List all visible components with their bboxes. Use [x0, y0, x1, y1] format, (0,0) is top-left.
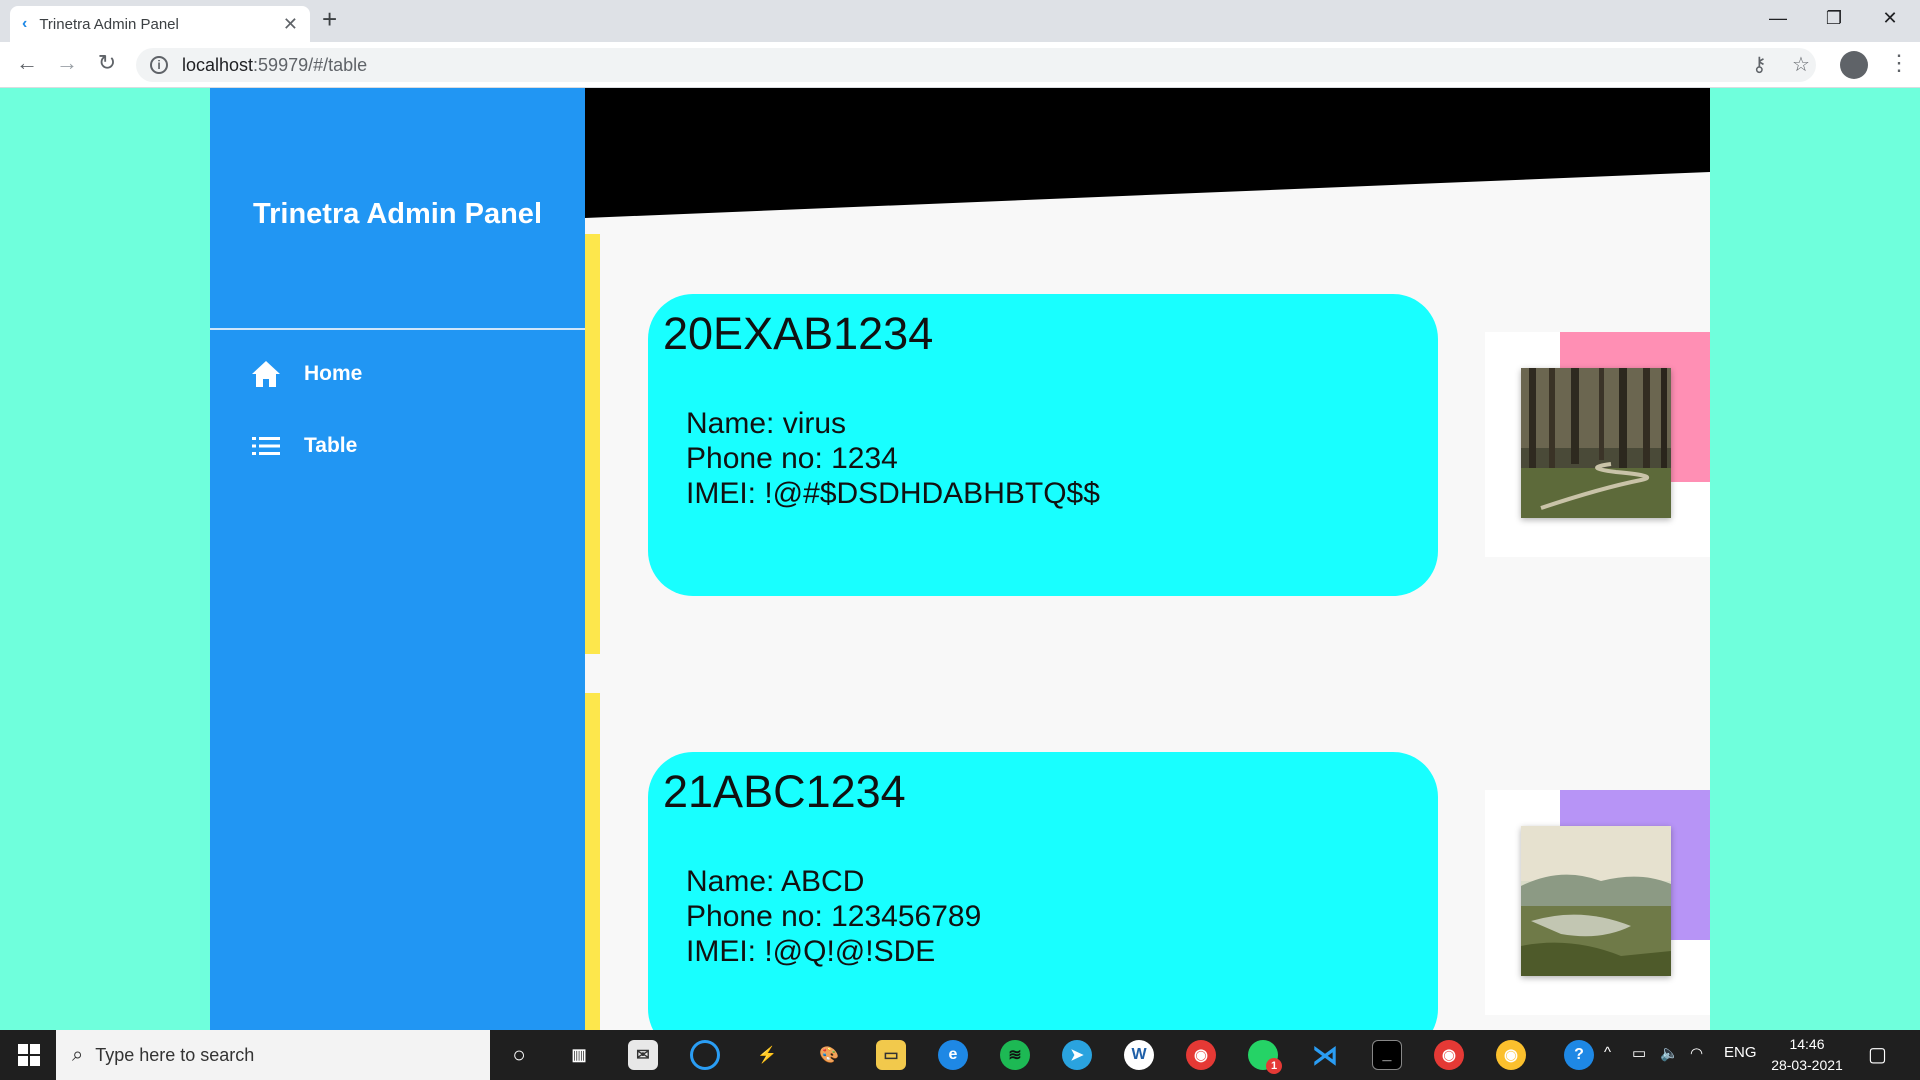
sidebar-brand: Trinetra Admin Panel: [253, 198, 542, 230]
flutter-icon: ‹: [22, 15, 28, 32]
word-icon[interactable]: W: [1124, 1040, 1154, 1070]
chrome-profile-icon[interactable]: ◉: [1434, 1040, 1464, 1070]
lake-image: [1521, 826, 1671, 976]
sidebar-item-home[interactable]: Home: [248, 350, 578, 398]
close-window-button[interactable]: ✕: [1862, 0, 1918, 36]
taskbar: ⌕ Type here to search ○ ▥ ✉ ⚡ 🎨 ▭ e ≋ ➤ …: [0, 1030, 1920, 1080]
record-imei: IMEI: !@Q!@!SDE: [686, 935, 936, 968]
clock-date: 28-03-2021: [1771, 1057, 1843, 1073]
telegram-icon[interactable]: ➤: [1062, 1040, 1092, 1070]
battery-icon[interactable]: ▭: [1632, 1044, 1646, 1062]
record-details: Name: ABCD Phone no: 123456789 IMEI: !@Q…: [686, 864, 981, 969]
forest-image: [1521, 368, 1671, 518]
url-field[interactable]: i localhost:59979/#/table: [136, 48, 1816, 82]
search-placeholder: Type here to search: [95, 1044, 255, 1065]
clock-time: 14:46: [1789, 1036, 1825, 1052]
vscode-icon[interactable]: ⋊: [1310, 1040, 1340, 1070]
browser-tab[interactable]: ‹ Trinetra Admin Panel ✕: [10, 6, 310, 42]
sidebar-item-label: Home: [304, 362, 363, 385]
bookmark-star-icon[interactable]: ☆: [1792, 52, 1810, 77]
sidebar: Trinetra Admin Panel Home Table: [210, 88, 585, 1030]
record-thumbnail: [1485, 790, 1710, 1015]
menu-icon[interactable]: ⋮: [1888, 50, 1910, 76]
list-icon: [248, 428, 284, 464]
chrome-active-icon[interactable]: ◉: [1496, 1040, 1526, 1070]
help-icon[interactable]: ?: [1564, 1040, 1594, 1070]
record-phone: Phone no: 123456789: [686, 900, 982, 933]
record-id: 21ABC1234: [663, 766, 906, 817]
system-clock[interactable]: 14:46 28-03-2021: [1762, 1034, 1852, 1076]
accent-bar: [585, 234, 600, 654]
record-details: Name: virus Phone no: 1234 IMEI: !@#$DSD…: [686, 406, 1100, 511]
taskbar-search[interactable]: ⌕ Type here to search: [56, 1030, 490, 1080]
admin-app: Trinetra Admin Panel Home Table 20EXAB12…: [210, 88, 1710, 1030]
notification-badge: 1: [1266, 1058, 1282, 1074]
profile-avatar[interactable]: [1840, 51, 1868, 79]
whatsapp-icon[interactable]: 1: [1248, 1040, 1282, 1074]
spotify-icon[interactable]: ≋: [1000, 1040, 1030, 1070]
paint-icon[interactable]: 🎨: [814, 1040, 844, 1070]
record-imei: IMEI: !@#$DSDHDABHBTQ$$: [686, 477, 1100, 510]
chrome-icon[interactable]: ◉: [1186, 1040, 1216, 1070]
windows-start-icon[interactable]: [14, 1040, 44, 1070]
network-icon[interactable]: ◠: [1690, 1044, 1703, 1062]
sidebar-item-label: Table: [304, 434, 358, 457]
minimize-button[interactable]: —: [1750, 0, 1806, 36]
app-icon[interactable]: ⚡: [752, 1040, 782, 1070]
address-bar: ← → ↻ i localhost:59979/#/table ⚷ ☆ ⋮: [0, 42, 1920, 88]
language-indicator[interactable]: ENG: [1724, 1044, 1757, 1061]
page-viewport: Trinetra Admin Panel Home Table 20EXAB12…: [0, 88, 1920, 1030]
notifications-icon[interactable]: ▢: [1868, 1042, 1887, 1067]
sidebar-divider: [210, 328, 585, 330]
reload-button[interactable]: ↻: [92, 50, 122, 76]
file-explorer-icon[interactable]: ▭: [876, 1040, 906, 1070]
main-content: 20EXAB1234 Name: virus Phone no: 1234 IM…: [585, 88, 1710, 1030]
task-view-icon[interactable]: ▥: [564, 1040, 594, 1070]
tab-title: Trinetra Admin Panel: [39, 15, 179, 33]
site-info-icon[interactable]: i: [150, 56, 168, 74]
accent-bar: [585, 693, 600, 1030]
terminal-icon[interactable]: _: [1372, 1040, 1402, 1070]
record-name: Name: virus: [686, 407, 847, 440]
mail-icon[interactable]: ✉: [628, 1040, 658, 1070]
record-card[interactable]: 21ABC1234 Name: ABCD Phone no: 123456789…: [648, 752, 1438, 1030]
sidebar-item-table[interactable]: Table: [248, 422, 578, 470]
record-id: 20EXAB1234: [663, 308, 934, 359]
restore-button[interactable]: ❐: [1806, 0, 1862, 36]
browser-tab-bar: ‹ Trinetra Admin Panel ✕ + — ❐ ✕: [0, 0, 1920, 42]
close-tab-icon[interactable]: ✕: [283, 14, 298, 35]
home-icon: [248, 356, 284, 392]
edge-icon[interactable]: e: [938, 1040, 968, 1070]
volume-icon[interactable]: 🔈: [1660, 1044, 1679, 1062]
forward-button[interactable]: →: [52, 50, 82, 76]
record-name: Name: ABCD: [686, 865, 865, 898]
back-button[interactable]: ←: [12, 50, 42, 76]
show-hidden-icons[interactable]: ^: [1604, 1044, 1611, 1061]
record-thumbnail: [1485, 332, 1710, 557]
url-path: :59979/#/table: [253, 54, 368, 75]
cortana-icon[interactable]: ○: [504, 1040, 534, 1070]
cortana-ring-icon[interactable]: [690, 1040, 720, 1070]
record-card[interactable]: 20EXAB1234 Name: virus Phone no: 1234 IM…: [648, 294, 1438, 596]
url-host: localhost: [182, 54, 254, 75]
search-icon: ⌕: [72, 1043, 84, 1066]
header-banner: [585, 88, 1710, 218]
new-tab-button[interactable]: +: [322, 4, 337, 35]
record-phone: Phone no: 1234: [686, 442, 898, 475]
key-icon[interactable]: ⚷: [1752, 52, 1767, 77]
